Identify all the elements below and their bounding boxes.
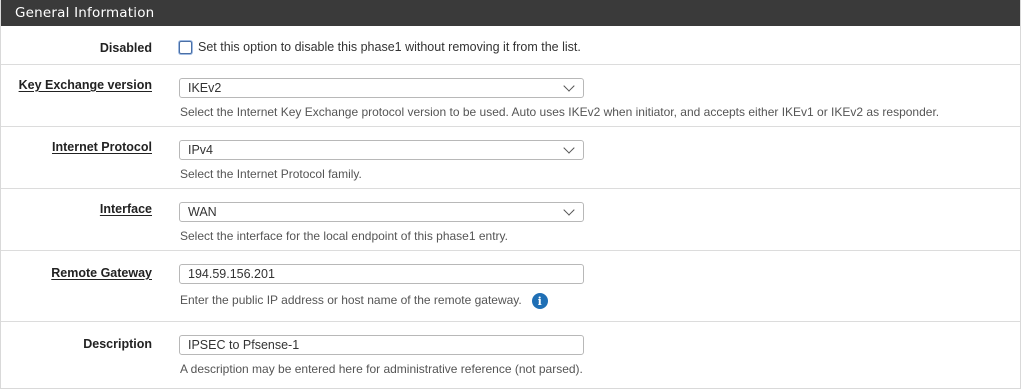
info-icon[interactable]: i	[531, 293, 548, 309]
row-disabled: Disabled Set this option to disable this…	[1, 26, 1020, 65]
row-description: Description IPSEC to Pfsense-1 A descrip…	[1, 322, 1020, 380]
remote-gateway-input[interactable]: 194.59.156.201	[179, 264, 584, 284]
internet-protocol-help: Select the Internet Protocol family.	[180, 167, 362, 181]
interface-label: Interface	[99, 202, 152, 216]
chevron-down-icon	[563, 80, 575, 92]
interface-selected: WAN	[188, 205, 217, 219]
internet-protocol-select[interactable]: IPv4	[179, 140, 584, 160]
panel-heading: General Information	[1, 0, 1020, 26]
key-exchange-control: IKEv2	[179, 78, 584, 98]
row-key-exchange: Key Exchange version IKEv2 Select the In…	[1, 65, 1020, 127]
internet-protocol-control: IPv4	[179, 140, 584, 160]
key-exchange-help: Select the Internet Key Exchange protoco…	[180, 105, 940, 119]
general-information-panel: General Information Disabled Set this op…	[0, 0, 1021, 389]
row-remote-gateway: Remote Gateway 194.59.156.201 Enter the …	[1, 251, 1020, 322]
remote-gateway-help-text: Enter the public IP address or host name…	[180, 293, 522, 308]
description-label: Description	[83, 337, 152, 351]
remote-gateway-value: 194.59.156.201	[188, 267, 275, 281]
row-internet-protocol: Internet Protocol IPv4 Select the Intern…	[1, 127, 1020, 189]
description-value: IPSEC to Pfsense-1	[188, 338, 300, 352]
key-exchange-selected: IKEv2	[188, 81, 222, 95]
key-exchange-label: Key Exchange version	[18, 78, 152, 92]
disabled-checkbox-label[interactable]: Set this option to disable this phase1 w…	[179, 40, 581, 54]
interface-control: WAN	[179, 202, 584, 222]
disabled-checkbox-text: Set this option to disable this phase1 w…	[198, 40, 581, 54]
key-exchange-select[interactable]: IKEv2	[179, 78, 584, 98]
panel-title: General Information	[15, 5, 155, 21]
chevron-down-icon	[563, 142, 575, 154]
disabled-control: Set this option to disable this phase1 w…	[179, 40, 581, 54]
internet-protocol-selected: IPv4	[188, 143, 214, 157]
row-interface: Interface WAN Select the interface for t…	[1, 189, 1020, 251]
interface-select[interactable]: WAN	[179, 202, 584, 222]
interface-help: Select the interface for the local endpo…	[180, 229, 508, 243]
description-help: A description may be entered here for ad…	[180, 362, 583, 376]
remote-gateway-label: Remote Gateway	[51, 266, 152, 280]
description-control: IPSEC to Pfsense-1	[179, 335, 584, 355]
internet-protocol-label: Internet Protocol	[51, 140, 152, 154]
description-input[interactable]: IPSEC to Pfsense-1	[179, 335, 584, 355]
remote-gateway-control: 194.59.156.201	[179, 264, 584, 284]
chevron-down-icon	[563, 204, 575, 216]
disabled-label: Disabled	[99, 41, 152, 55]
remote-gateway-help: Enter the public IP address or host name…	[180, 293, 548, 309]
disabled-checkbox[interactable]	[179, 40, 192, 54]
